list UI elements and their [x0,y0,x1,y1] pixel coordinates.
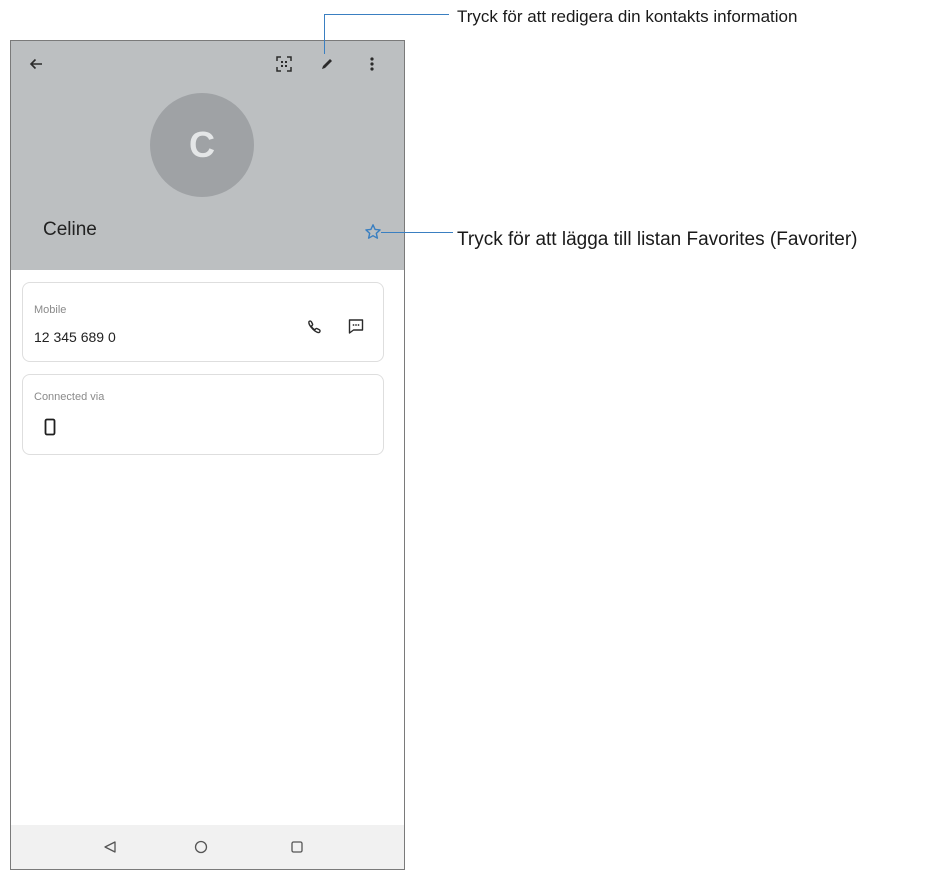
qr-code-icon[interactable] [269,49,299,79]
edit-callout-line-horizontal [324,14,449,15]
phone-number-card[interactable]: Mobile 12 345 689 0 [22,282,384,362]
favorite-callout-line [381,232,453,233]
favorite-callout-text: Tryck för att lägga till listan Favorite… [457,229,858,250]
connected-via-card: Connected via [22,374,384,455]
nav-back-icon[interactable] [95,832,125,862]
contact-avatar: C [150,93,254,197]
edit-callout-line [324,14,325,54]
nav-home-icon[interactable] [186,832,216,862]
back-arrow-icon[interactable] [21,49,51,79]
device-phone-icon [35,412,65,442]
phone-type-label: Mobile [34,304,67,316]
phone-number: 12 345 689 0 [34,329,116,345]
call-icon[interactable] [299,312,329,342]
contact-name: Celine [43,219,97,240]
connected-via-label: Connected via [34,391,105,403]
nav-recents-icon[interactable] [282,832,312,862]
edit-pencil-icon[interactable] [312,49,342,79]
system-navigation-bar [11,825,404,869]
edit-callout-text: Tryck för att redigera din kontakts info… [457,7,798,26]
message-icon[interactable] [341,311,371,341]
more-options-icon[interactable] [357,49,387,79]
contact-header: C Celine [11,41,404,270]
phone-screen: C Celine Mobile 12 345 689 0 Connected v… [10,40,405,870]
